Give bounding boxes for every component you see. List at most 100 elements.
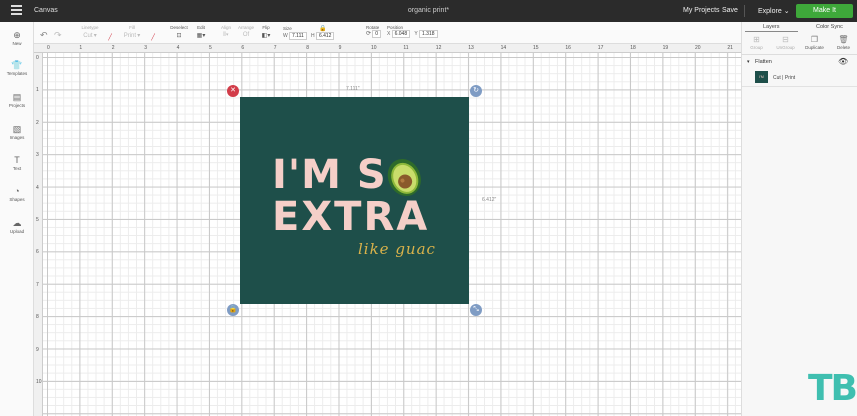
horizontal-ruler: 0 1 2 3 4 5 6 7 8 9 10 11 12 13 14 15 16 17 18 19 20 21: [34, 44, 741, 53]
deselect-icon: ⊡: [176, 33, 182, 39]
explore-label: Explore: [758, 8, 782, 15]
ruler-tick-label: 19: [662, 45, 669, 51]
design-text-line3: like guac: [358, 240, 436, 258]
sidebar-item-text[interactable]: T Text: [0, 155, 34, 171]
ruler-tick-label: 1: [79, 45, 83, 51]
caret-down-icon[interactable]: ▾: [747, 59, 750, 65]
sidebar-item-label: Text: [12, 166, 22, 171]
size-control: Size 🔒 W 7.111 H 6.412: [283, 25, 363, 40]
trash-icon: 🗑: [838, 35, 849, 44]
height-dimension-label: 6.412": [482, 197, 497, 203]
deselect-button[interactable]: Deselect ⊡: [166, 25, 192, 39]
height-input[interactable]: 6.412: [315, 32, 335, 40]
x-position-input[interactable]: 6.048: [391, 30, 411, 38]
height-label: H: [311, 33, 315, 39]
ruler-tick-label: 6: [241, 45, 245, 51]
arrange-button[interactable]: Arrange Of: [235, 25, 257, 38]
delete-label: Delete: [836, 45, 850, 50]
design-text-line1: I'M S: [272, 152, 387, 198]
ungroup-label: UnGroup: [776, 45, 795, 50]
width-input[interactable]: 7.111: [289, 32, 307, 40]
y-position-input[interactable]: 1.318: [419, 30, 438, 38]
align-label: Align: [220, 25, 231, 30]
delete-button[interactable]: 🗑 Delete: [829, 35, 857, 50]
redo-icon[interactable]: ↷: [54, 30, 62, 41]
ruler-tick-label: 12: [435, 45, 442, 51]
layer-row[interactable]: I'M Cut | Print: [742, 69, 857, 87]
vertical-ruler: 0 1 2 3 4 5 6 7 8 9 10: [34, 53, 43, 416]
rotate-input[interactable]: 0: [372, 30, 382, 38]
ruler-tick-label: 3: [36, 152, 39, 159]
flip-icon: ◧▾: [261, 33, 271, 39]
ruler-tick-label: 2: [36, 119, 39, 126]
sidebar-item-label: Projects: [8, 103, 26, 108]
ruler-tick-label: 8: [36, 314, 39, 321]
resize-handle-icon[interactable]: ⤡: [470, 304, 482, 316]
fill-control[interactable]: Fill Print ▾: [118, 25, 146, 39]
width-dimension-label: 7.111": [346, 86, 360, 92]
delete-handle-icon[interactable]: ✕: [227, 85, 239, 97]
tab-color-sync[interactable]: Color Sync: [816, 24, 843, 30]
layer-group-row[interactable]: ▾ Flatten 👁: [742, 57, 857, 68]
ungroup-icon: ⊟: [782, 35, 789, 44]
tab-layers[interactable]: Layers: [763, 24, 780, 30]
ruler-tick-label: 7: [36, 281, 39, 288]
eye-icon[interactable]: 👁: [838, 57, 848, 66]
sidebar-item-templates[interactable]: 👕 Templates: [0, 60, 34, 76]
make-it-button[interactable]: Make It: [796, 4, 853, 18]
plus-icon: ⊕: [13, 30, 21, 40]
sidebar-item-shapes[interactable]: ◔ Shapes: [0, 186, 34, 202]
ruler-tick-label: 4: [36, 184, 39, 191]
linetype-color-swatch[interactable]: ╱: [104, 32, 116, 41]
my-projects-link[interactable]: My Projects: [683, 7, 720, 14]
upload-icon: ☁: [12, 218, 22, 228]
sidebar-item-images[interactable]: ▧ Images: [0, 124, 34, 140]
sidebar-item-upload[interactable]: ☁ Upload: [0, 218, 34, 234]
shapes-icon: ◔: [14, 186, 20, 196]
ruler-tick-label: 13: [468, 45, 474, 51]
ruler-tick-label: 20: [695, 45, 701, 51]
ruler-tick-label: 17: [597, 45, 604, 51]
layer-thumbnail: I'M: [755, 71, 768, 83]
projects-icon: ▤: [12, 92, 22, 102]
ruler-tick-label: 6: [36, 249, 39, 256]
rotate-icon: ⟳: [366, 31, 372, 37]
align-button[interactable]: Align ⫴▾: [216, 25, 236, 39]
explore-dropdown[interactable]: Explore ⌄: [758, 7, 790, 15]
fill-color-swatch[interactable]: ╱: [147, 32, 159, 41]
ungroup-button[interactable]: ⊟ UnGroup: [771, 35, 800, 50]
ruler-tick-label: 11: [403, 45, 409, 51]
chevron-down-icon: ▾: [93, 33, 97, 39]
ruler-tick-label: 0: [36, 55, 39, 61]
undo-icon[interactable]: ↶: [40, 30, 48, 41]
lock-handle-icon[interactable]: 🔒: [227, 304, 239, 316]
duplicate-button[interactable]: ❐ Duplicate: [800, 35, 829, 50]
position-control: Position X 6.048 Y 1.318: [387, 25, 477, 38]
ruler-tick-label: 8: [306, 45, 309, 51]
flip-button[interactable]: Flip ◧▾: [257, 25, 275, 39]
linetype-control[interactable]: Linetype Cut ▾: [76, 25, 104, 39]
ruler-tick-label: 10: [371, 45, 377, 51]
ruler-tick-label: 5: [209, 45, 212, 51]
fill-label: Fill: [129, 25, 135, 30]
fill-value: Print: [123, 33, 137, 39]
sidebar-item-projects[interactable]: ▤ Projects: [0, 92, 34, 108]
duplicate-label: Duplicate: [805, 45, 824, 50]
design-image[interactable]: I'M S EXTRA like guac: [240, 97, 469, 304]
ruler-tick-label: 14: [500, 45, 507, 51]
align-icon: ⫴▾: [223, 32, 229, 38]
edit-icon: ▦▾: [196, 33, 206, 39]
ruler-tick-label: 7: [273, 45, 277, 51]
rotate-handle-icon[interactable]: ↻: [470, 85, 482, 97]
edit-button[interactable]: Edit ▦▾: [191, 25, 211, 39]
text-icon: T: [14, 155, 20, 165]
save-button[interactable]: Save: [722, 7, 738, 14]
sidebar-item-new[interactable]: ⊕ New: [0, 30, 34, 46]
ruler-tick-label: 4: [176, 45, 180, 51]
sidebar-item-label: Shapes: [9, 197, 25, 202]
pen-icon: ╱: [151, 35, 155, 41]
group-label: Group: [750, 45, 763, 50]
layer-name: Cut | Print: [773, 75, 796, 81]
divider: [744, 5, 745, 17]
group-button[interactable]: ⊞ Group: [742, 35, 771, 50]
